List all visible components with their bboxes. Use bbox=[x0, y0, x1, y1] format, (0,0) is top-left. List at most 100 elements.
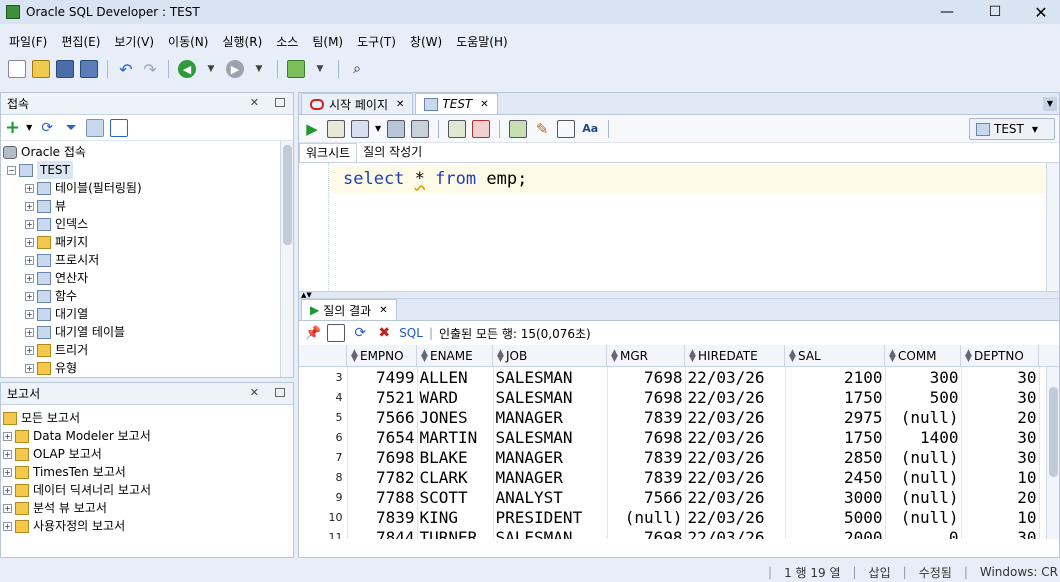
subtab-worksheet[interactable]: 워크시트 bbox=[299, 143, 358, 162]
cell-empno[interactable]: 7698 bbox=[347, 447, 418, 467]
cell-comm[interactable]: 300 bbox=[885, 367, 962, 387]
tree-root-oracle-connections[interactable]: Oracle 접속 bbox=[3, 143, 293, 161]
cell-empno[interactable]: 7844 bbox=[347, 527, 418, 539]
menu-edit[interactable]: 편집(E) bbox=[54, 33, 107, 50]
autotrace-dropdown-icon[interactable]: ▼ bbox=[375, 124, 381, 133]
tree-node-procedures[interactable]: + 프로시저 bbox=[3, 251, 293, 269]
tree-node-triggers[interactable]: + 트리거 bbox=[3, 341, 293, 359]
close-tab-icon[interactable]: ✕ bbox=[480, 99, 488, 110]
menu-tools[interactable]: 도구(T) bbox=[350, 33, 403, 50]
cell-comm[interactable]: 0 bbox=[885, 527, 962, 539]
expand-icon[interactable]: + bbox=[3, 449, 12, 459]
tree-node-queue-tables[interactable]: + 대기열 테이블 bbox=[3, 323, 293, 341]
expand-icon[interactable]: + bbox=[3, 485, 12, 495]
close-tab-icon[interactable]: ✕ bbox=[379, 305, 387, 316]
tree-node-views[interactable]: + 뷰 bbox=[3, 197, 293, 215]
column-header-job[interactable]: ▲ ▼ JOB bbox=[493, 345, 607, 366]
close-panel-icon[interactable]: ✕ bbox=[250, 96, 259, 109]
row-number[interactable]: 7 bbox=[299, 447, 348, 467]
cell-job[interactable]: SALESMAN bbox=[493, 527, 608, 539]
redo-icon[interactable]: ↷ bbox=[141, 60, 159, 79]
cell-sal[interactable]: 2450 bbox=[785, 467, 886, 487]
table-row[interactable]: 10 7839 KING PRESIDENT (null) 22/03/26 5000 (nu… bbox=[299, 507, 1040, 527]
tab-query-result[interactable]: ▶ 질의 결과 ✕ bbox=[301, 299, 397, 320]
table-row[interactable]: 3 7499 ALLEN SALESMAN 7698 22/03/26 2100 300 30 bbox=[299, 367, 1040, 387]
row-number[interactable]: 11 bbox=[299, 527, 348, 539]
expand-icon[interactable]: + bbox=[25, 273, 34, 283]
cell-deptno[interactable]: 10 bbox=[961, 467, 1040, 487]
tree-node-functions[interactable]: + 함수 bbox=[3, 287, 293, 305]
cell-ename[interactable]: WARD bbox=[417, 387, 494, 407]
cell-job[interactable]: MANAGER bbox=[493, 467, 608, 487]
cell-ename[interactable]: SCOTT bbox=[417, 487, 494, 507]
expand-icon[interactable]: + bbox=[25, 309, 34, 319]
cell-job[interactable]: SALESMAN bbox=[493, 427, 608, 447]
cell-empno[interactable]: 7654 bbox=[347, 427, 418, 447]
clear-icon[interactable]: ✎ bbox=[533, 120, 551, 138]
collapse-all-icon[interactable] bbox=[110, 118, 129, 137]
row-number[interactable]: 6 bbox=[299, 427, 348, 447]
cell-job[interactable]: MANAGER bbox=[493, 447, 608, 467]
cell-job[interactable]: PRESIDENT bbox=[493, 507, 608, 527]
save-all-icon[interactable] bbox=[80, 60, 98, 78]
cell-hiredate[interactable]: 22/03/26 bbox=[685, 467, 786, 487]
column-header-sal[interactable]: ▲ ▼ SAL bbox=[785, 345, 885, 366]
row-number[interactable]: 5 bbox=[299, 407, 348, 427]
column-header-ename[interactable]: ▲ ▼ ENAME bbox=[417, 345, 493, 366]
results-scrollbar[interactable] bbox=[1046, 367, 1059, 539]
sql-worksheet-icon[interactable] bbox=[287, 60, 305, 78]
column-header-hiredate[interactable]: ▲ ▼ HIREDATE bbox=[685, 345, 785, 366]
cell-sal[interactable]: 2975 bbox=[785, 407, 886, 427]
tree-report-timesten[interactable]: + TimesTen 보고서 bbox=[3, 463, 293, 481]
tab-test[interactable]: TEST ✕ bbox=[415, 93, 498, 114]
expand-icon[interactable]: + bbox=[25, 345, 34, 355]
run-statement-icon[interactable]: ▶ bbox=[303, 120, 321, 138]
cell-deptno[interactable]: 30 bbox=[961, 447, 1040, 467]
cell-deptno[interactable]: 30 bbox=[961, 387, 1040, 407]
tree-connection-test[interactable]: − TEST bbox=[3, 161, 293, 179]
menu-window[interactable]: 창(W) bbox=[403, 33, 449, 50]
cell-mgr[interactable]: 7698 bbox=[607, 427, 686, 447]
row-number[interactable]: 8 bbox=[299, 467, 348, 487]
menu-file[interactable]: 파일(F) bbox=[2, 33, 54, 50]
cell-hiredate[interactable]: 22/03/26 bbox=[685, 447, 786, 467]
cell-ename[interactable]: JONES bbox=[417, 407, 494, 427]
collapse-icon[interactable]: − bbox=[7, 165, 16, 175]
editor-scrollbar[interactable] bbox=[1046, 163, 1059, 291]
cell-deptno[interactable]: 30 bbox=[961, 427, 1040, 447]
expand-icon[interactable]: + bbox=[25, 363, 34, 373]
print-icon[interactable] bbox=[327, 324, 346, 342]
format-case-icon[interactable]: Aa bbox=[581, 120, 599, 138]
filter-icon[interactable]: ⏷ bbox=[62, 119, 80, 137]
cell-ename[interactable]: CLARK bbox=[417, 467, 494, 487]
tree-node-operators[interactable]: + 연산자 bbox=[3, 269, 293, 287]
cell-hiredate[interactable]: 22/03/26 bbox=[685, 507, 786, 527]
table-row[interactable]: 7 7698 BLAKE MANAGER 7839 22/03/26 2850 (null) 3… bbox=[299, 447, 1040, 467]
cell-deptno[interactable]: 20 bbox=[961, 487, 1040, 507]
add-connection-icon[interactable]: + bbox=[5, 117, 20, 138]
maximize-button[interactable]: ☐ bbox=[972, 0, 1018, 24]
cell-job[interactable]: MANAGER bbox=[493, 407, 608, 427]
cell-ename[interactable]: KING bbox=[417, 507, 494, 527]
tree-node-indexes[interactable]: + 인덱스 bbox=[3, 215, 293, 233]
expand-icon[interactable]: + bbox=[25, 291, 34, 301]
open-folder-icon[interactable] bbox=[32, 60, 50, 78]
cell-deptno[interactable]: 30 bbox=[961, 527, 1040, 539]
subtab-query-builder[interactable]: 질의 작성기 bbox=[357, 143, 428, 162]
expand-icon[interactable]: + bbox=[25, 219, 34, 229]
cell-mgr[interactable]: 7839 bbox=[607, 467, 686, 487]
cell-empno[interactable]: 7782 bbox=[347, 467, 418, 487]
expand-icon[interactable]: + bbox=[25, 255, 34, 265]
add-dropdown-icon[interactable]: ▼ bbox=[26, 123, 32, 132]
tree-all-reports[interactable]: 모든 보고서 bbox=[3, 409, 293, 427]
cell-comm[interactable]: 1400 bbox=[885, 427, 962, 447]
tree-node-queues[interactable]: + 대기열 bbox=[3, 305, 293, 323]
cell-deptno[interactable]: 30 bbox=[961, 367, 1040, 387]
binoculars-icon[interactable]: ⌕ bbox=[348, 60, 366, 78]
menu-run[interactable]: 실행(R) bbox=[215, 33, 269, 50]
minimize-panel-icon[interactable] bbox=[275, 98, 285, 107]
commit-icon[interactable] bbox=[448, 119, 467, 138]
forward-dropdown-icon[interactable]: ▼ bbox=[250, 60, 268, 78]
tab-start-page[interactable]: 시작 페이지 ✕ bbox=[301, 93, 414, 114]
cell-hiredate[interactable]: 22/03/26 bbox=[685, 527, 786, 539]
